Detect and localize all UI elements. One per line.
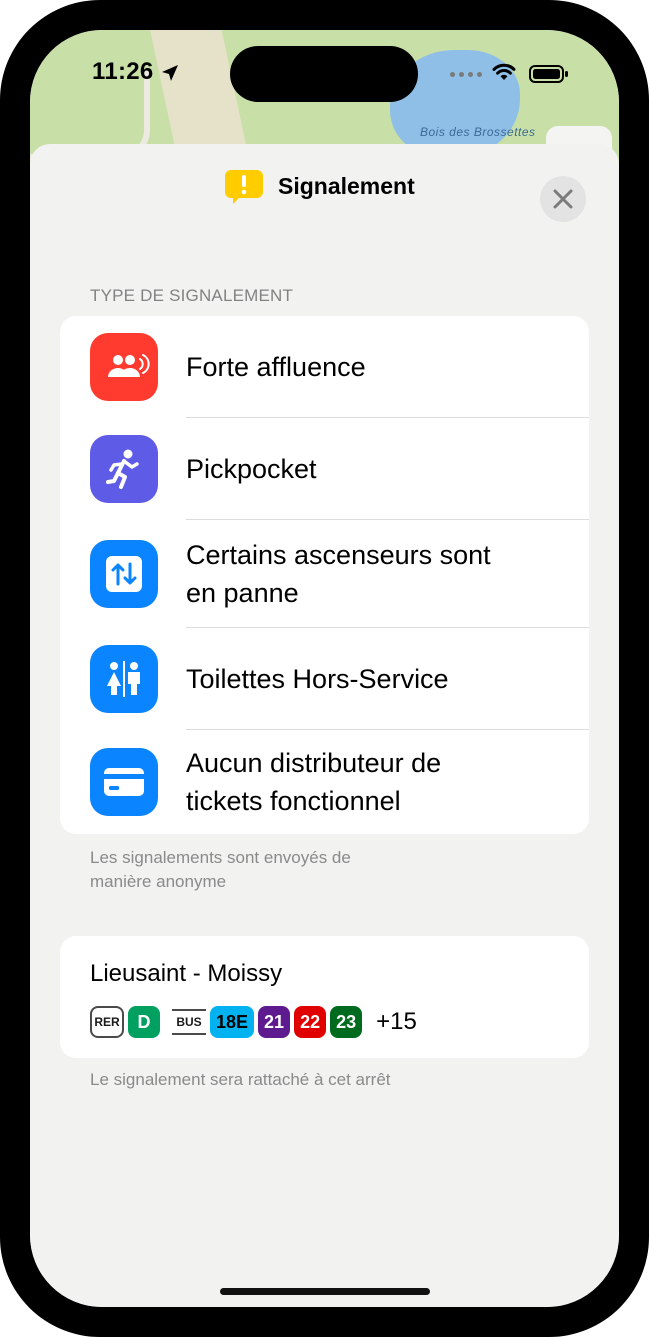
screen: Bois des Brossettes 11:26 Signalement TY… xyxy=(30,30,619,1307)
note-line-1: Les signalements sont envoyés de xyxy=(90,848,351,867)
report-option-label: Aucun distributeur de tickets fonctionne… xyxy=(186,744,556,820)
ticket-card-icon xyxy=(90,748,158,816)
sheet-title: Signalement xyxy=(278,173,415,199)
signal-dots-icon xyxy=(450,72,482,77)
label-line-2: en panne xyxy=(186,578,299,608)
report-option-label: Certains ascenseurs sont en panne xyxy=(186,536,556,612)
report-option-label: Pickpocket xyxy=(186,454,317,484)
close-button[interactable] xyxy=(540,176,586,222)
battery-icon xyxy=(529,65,568,83)
bus-line-badge: 18E xyxy=(210,1006,255,1038)
close-icon xyxy=(553,189,573,209)
note-line-2: manière anonyme xyxy=(90,872,227,891)
report-option-crowd[interactable]: Forte affluence xyxy=(60,316,589,418)
report-type-list: Forte affluence Pickpocket Certains asce… xyxy=(60,316,589,834)
label-line-2: tickets fonctionnel xyxy=(186,786,401,816)
dynamic-island xyxy=(230,46,418,102)
section-header: TYPE DE SIGNALEMENT xyxy=(90,286,294,305)
more-lines-count: +15 xyxy=(376,1008,417,1035)
report-option-ticket-machine[interactable]: Aucun distributeur de tickets fonctionne… xyxy=(60,730,589,834)
bus-line-badge: 23 xyxy=(330,1006,363,1038)
status-time: 11:26 xyxy=(92,58,154,85)
running-person-icon xyxy=(90,435,158,503)
label-line-1: Certains ascenseurs sont xyxy=(186,540,491,570)
elevator-icon xyxy=(90,540,158,608)
report-option-pickpocket[interactable]: Pickpocket xyxy=(60,418,589,520)
stop-name: Lieusaint - Moissy xyxy=(90,960,283,987)
report-option-label: Toilettes Hors-Service xyxy=(186,664,449,694)
map-place-label: Bois des Brossettes xyxy=(420,125,536,139)
stop-attachment-note: Le signalement sera rattaché à cet arrêt xyxy=(90,1070,391,1089)
crowd-icon xyxy=(90,333,158,401)
home-indicator[interactable] xyxy=(220,1288,430,1295)
stop-lines: RER D BUS 18E 21 22 23 +15 xyxy=(90,1006,417,1038)
report-sheet: Signalement TYPE DE SIGNALEMENT Forte af… xyxy=(30,144,619,1307)
report-option-label: Forte affluence xyxy=(186,352,366,382)
location-arrow-icon xyxy=(162,65,178,81)
label-line-1: Aucun distributeur de xyxy=(186,748,442,778)
anonymity-note: Les signalements sont envoyés de manière… xyxy=(90,846,470,894)
restroom-icon xyxy=(90,645,158,713)
status-bar: 11:26 xyxy=(30,30,619,120)
stop-card[interactable]: Lieusaint - Moissy RER D BUS 18E 21 22 2… xyxy=(60,936,589,1058)
exclamation-bubble-icon xyxy=(225,170,263,204)
bus-mode-badge: BUS xyxy=(172,1009,206,1035)
sheet-header: Signalement xyxy=(30,162,619,212)
rer-line-badge: D xyxy=(128,1006,160,1038)
rer-mode-badge: RER xyxy=(90,1006,124,1038)
report-option-elevator[interactable]: Certains ascenseurs sont en panne xyxy=(60,520,589,628)
report-option-restroom[interactable]: Toilettes Hors-Service xyxy=(60,628,589,730)
bus-line-badge: 22 xyxy=(294,1006,327,1038)
wifi-icon xyxy=(492,63,516,80)
bus-line-badge: 21 xyxy=(258,1006,291,1038)
phone-frame: Bois des Brossettes 11:26 Signalement TY… xyxy=(0,0,649,1337)
